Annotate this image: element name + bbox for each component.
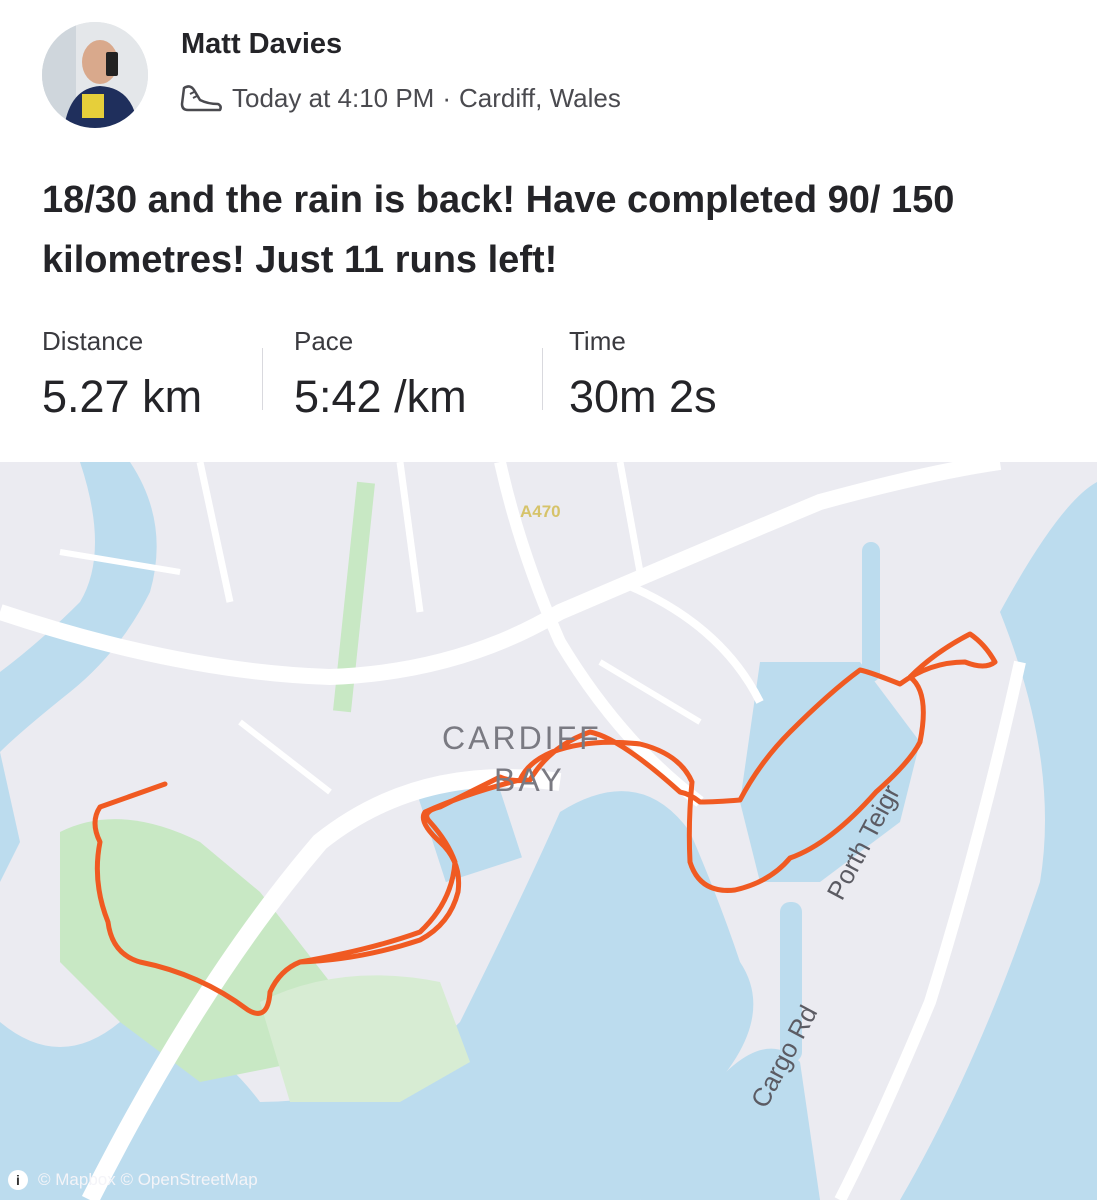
athlete-name[interactable]: Matt Davies (181, 28, 342, 61)
stat-time: Time 30m 2s (569, 326, 809, 436)
activity-location: Cardiff, Wales (459, 82, 621, 113)
stat-divider (542, 348, 543, 410)
stat-pace-label: Pace (294, 326, 354, 356)
place-label-cardiff: CARDIFF (442, 720, 602, 756)
activity-meta: Today at 4:10 PM · Cardiff, Wales (178, 80, 621, 116)
place-label-bay: BAY (494, 762, 565, 798)
stat-divider (262, 348, 263, 410)
map-attribution[interactable]: i © Mapbox © OpenStreetMap (8, 1170, 258, 1190)
activity-title[interactable]: 18/30 and the rain is back! Have complet… (42, 170, 1052, 290)
activity-stats: Distance 5.27 km Pace 5:42 /km Time 30m … (42, 326, 809, 436)
road-label-a470: A470 (520, 502, 561, 521)
map-canvas (0, 462, 1097, 1200)
route-map[interactable]: A470 CARDIFF BAY Porth Teigr Cargo Rd i … (0, 462, 1097, 1200)
activity-header: Matt Davies Today at 4:10 PM · Cardiff, … (0, 0, 1097, 140)
running-shoe-icon (180, 85, 222, 112)
stat-time-label: Time (569, 326, 626, 356)
attribution-text[interactable]: © Mapbox © OpenStreetMap (38, 1170, 258, 1190)
stat-distance-value: 5.27 km (42, 371, 203, 422)
athlete-avatar[interactable] (42, 22, 148, 128)
activity-timestamp: Today at 4:10 PM (232, 82, 435, 113)
stat-distance: Distance 5.27 km (42, 326, 262, 436)
stat-pace: Pace 5:42 /km (294, 326, 536, 436)
stat-distance-label: Distance (42, 326, 144, 356)
meta-separator: · (442, 82, 452, 113)
stat-pace-value: 5:42 /km (294, 371, 467, 422)
info-icon[interactable]: i (8, 1170, 28, 1190)
dock-channel-north (862, 542, 880, 682)
stat-time-value: 30m 2s (569, 371, 717, 422)
